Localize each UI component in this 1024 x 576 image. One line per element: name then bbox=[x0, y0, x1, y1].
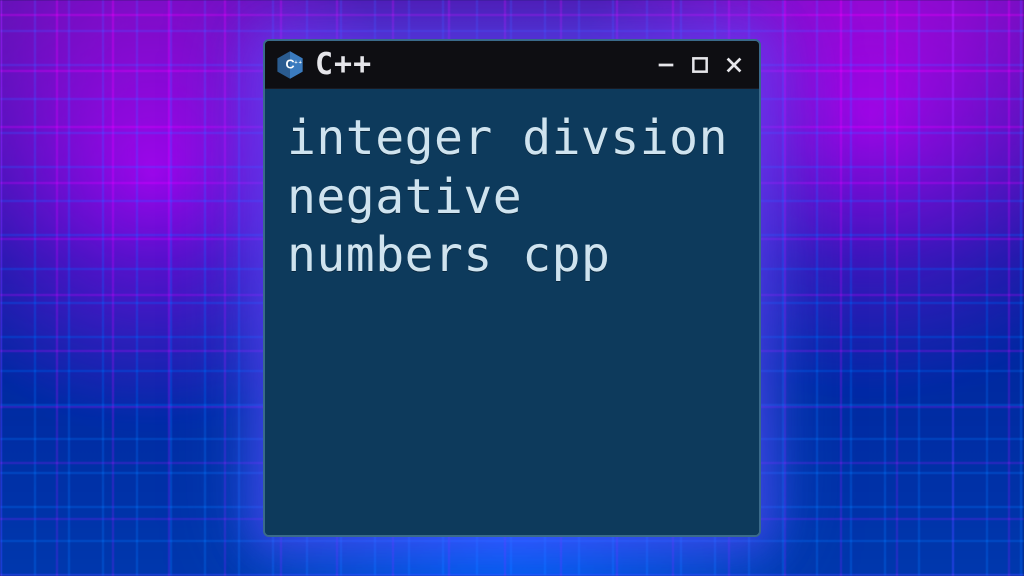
svg-text:C: C bbox=[285, 57, 294, 71]
window-controls bbox=[653, 52, 747, 78]
window-title: C++ bbox=[315, 47, 372, 82]
svg-text:+: + bbox=[294, 59, 297, 65]
close-button[interactable] bbox=[721, 52, 747, 78]
svg-text:+: + bbox=[299, 59, 302, 65]
cpp-logo-icon: C + + bbox=[275, 50, 305, 80]
minimize-button[interactable] bbox=[653, 52, 679, 78]
window-titlebar[interactable]: C + + C++ bbox=[265, 41, 759, 89]
window-body: integer divsion negative numbers cpp bbox=[265, 89, 759, 535]
code-text: integer divsion negative numbers cpp bbox=[287, 109, 741, 285]
maximize-button[interactable] bbox=[687, 52, 713, 78]
terminal-window: C + + C++ integer divsion negative numbe… bbox=[263, 39, 761, 537]
